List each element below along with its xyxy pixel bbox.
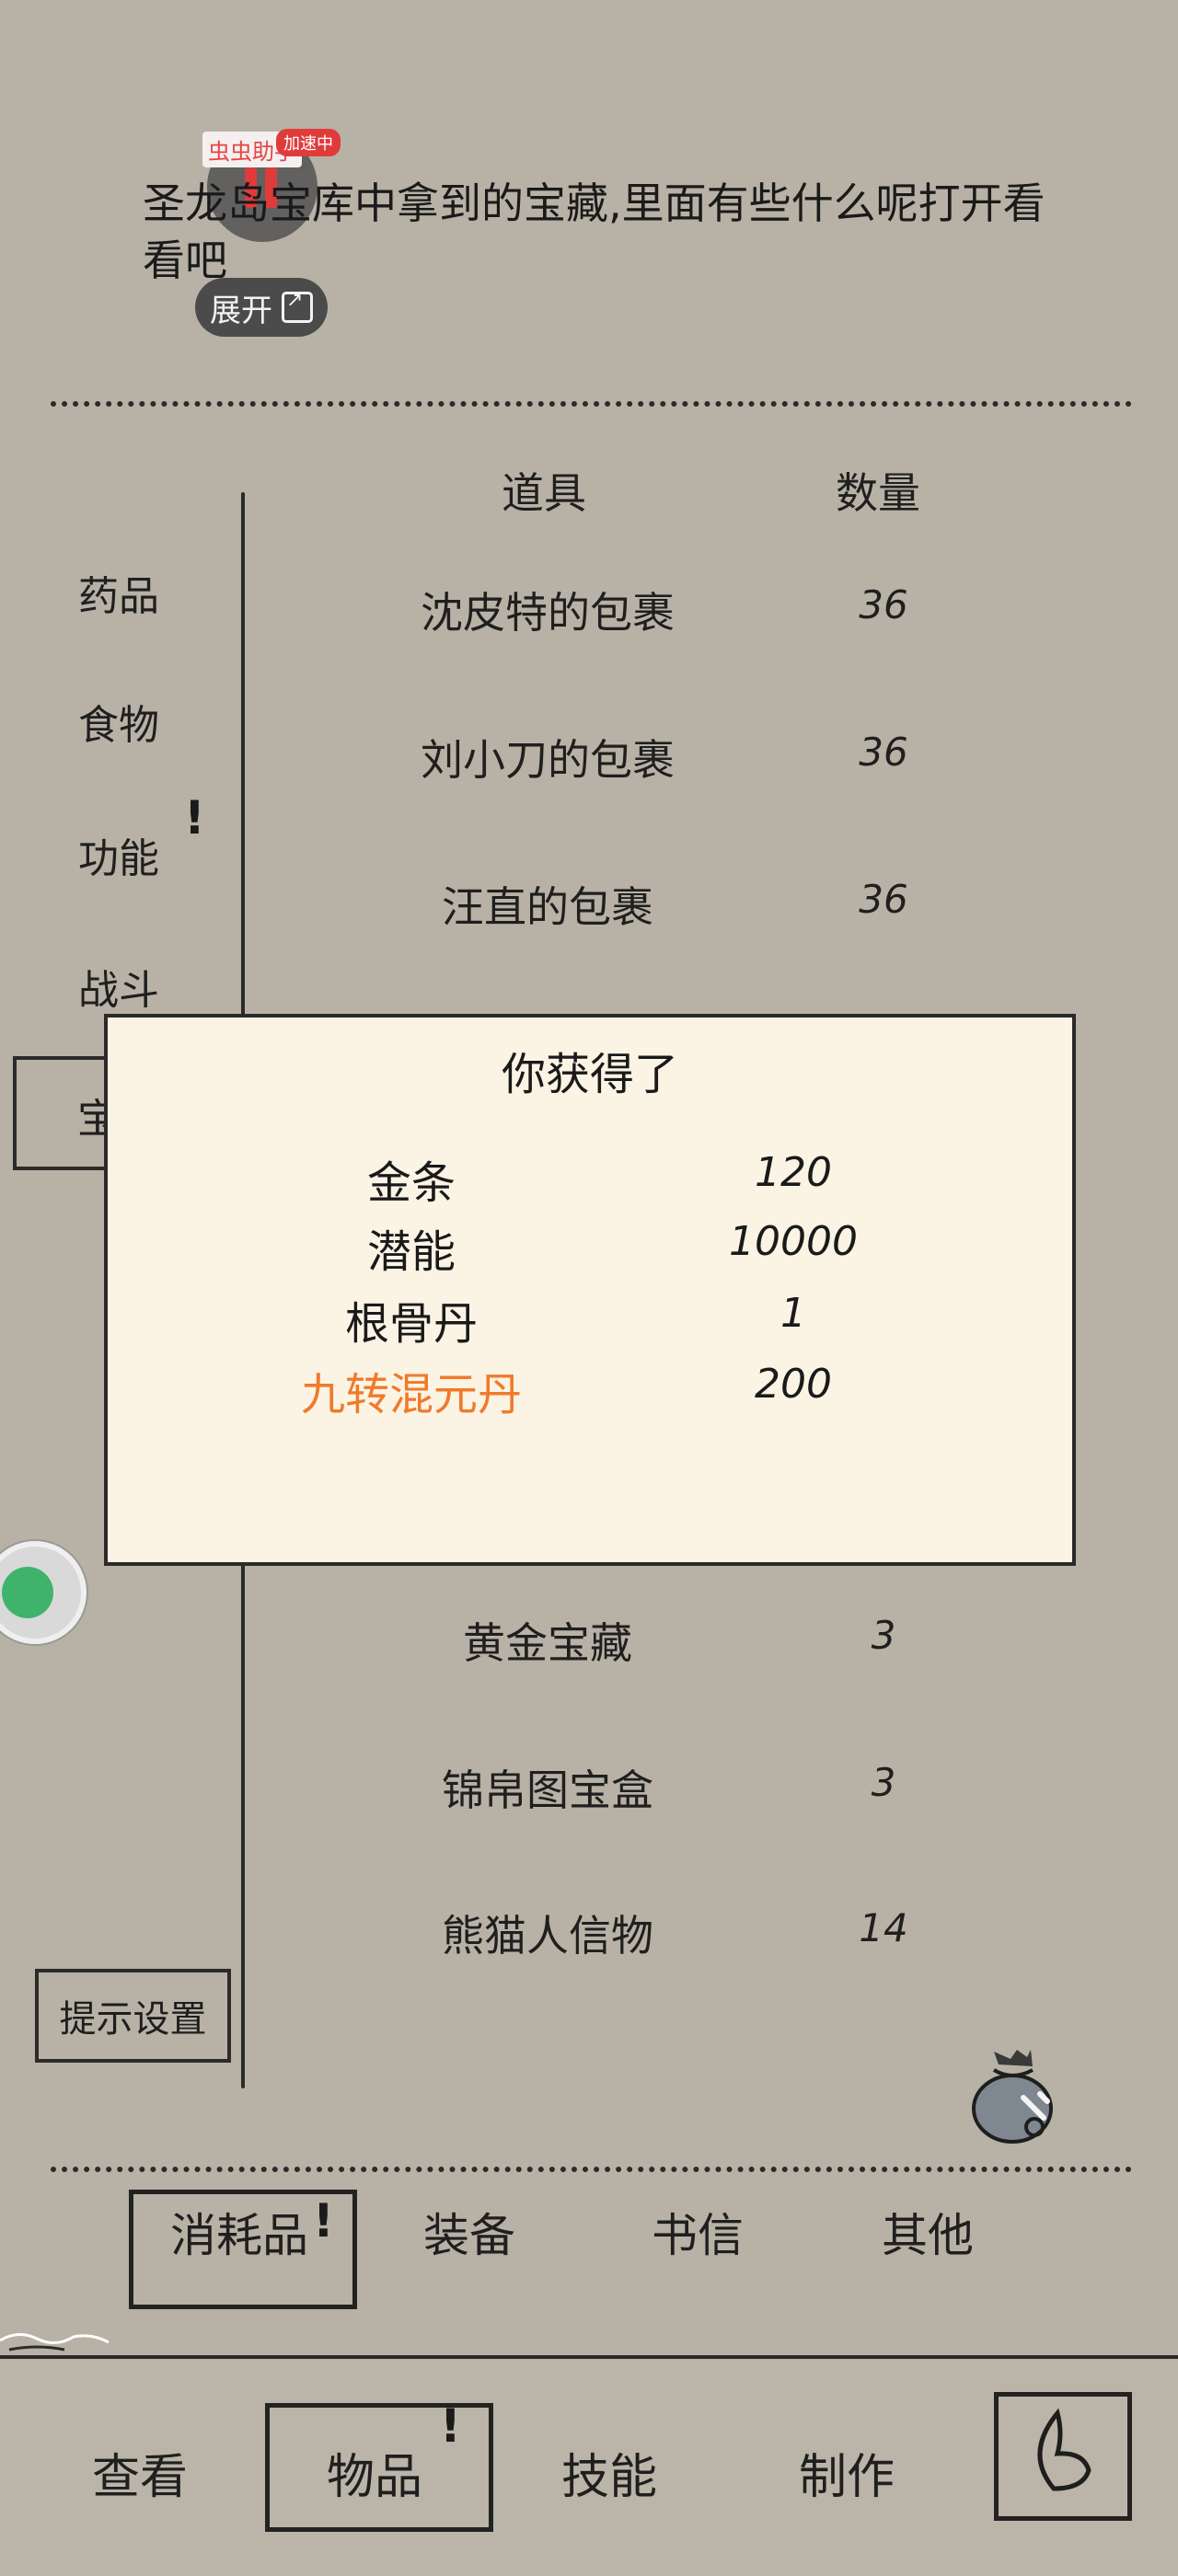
- function-alert-icon: !: [184, 791, 205, 845]
- wave-decoration: [0, 2333, 110, 2352]
- item-name: 汪直的包裹: [442, 882, 653, 932]
- item-name: 沈皮特的包裹: [421, 588, 675, 638]
- nav-skills[interactable]: 技能: [561, 2438, 657, 2507]
- nav-craft[interactable]: 制作: [799, 2438, 895, 2507]
- reward-dialog-title: 你获得了: [501, 1049, 678, 1100]
- side-float-assistant[interactable]: [0, 1541, 87, 1644]
- expand-icon: [282, 289, 313, 323]
- bottom-nav-border: [0, 2355, 1178, 2359]
- reward-qty: 10000: [729, 1218, 858, 1265]
- reward-qty: 200: [755, 1361, 832, 1408]
- item-qty: 14: [859, 1905, 908, 1950]
- reward-name: 根骨丹: [344, 1298, 478, 1350]
- reward-qty: 120: [755, 1149, 832, 1196]
- expand-label: 展开: [210, 292, 272, 329]
- category-medicine[interactable]: 药品: [78, 563, 159, 622]
- category-battle[interactable]: 战斗: [78, 957, 159, 1016]
- reward-name: 金条: [366, 1157, 456, 1209]
- column-qty-header: 数量: [836, 468, 920, 518]
- category-function[interactable]: 功能: [78, 825, 159, 884]
- item-qty: 3: [871, 1760, 896, 1805]
- item-qty: 36: [859, 877, 908, 922]
- story-text: 圣龙岛宝库中拿到的宝藏,里面有些什么呢打开看看吧: [143, 178, 1045, 285]
- consumables-alert-icon: !: [313, 2194, 334, 2248]
- reward-dialog[interactable]: 你获得了 金条 120 潜能 10000 根骨丹 1 九转混元丹 200: [104, 1014, 1076, 1566]
- expand-button[interactable]: 展开: [195, 278, 328, 337]
- item-name: 刘小刀的包裹: [421, 735, 675, 785]
- subtab-equipment[interactable]: 装备: [423, 2199, 515, 2265]
- item-qty: 36: [859, 582, 908, 627]
- inventory-bag-icon[interactable]: [966, 2044, 1058, 2145]
- reward-qty: 1: [780, 1290, 806, 1337]
- hint-settings-button[interactable]: 提示设置: [35, 1969, 231, 2063]
- bottom-divider: [51, 2167, 1132, 2172]
- assistant-face-icon: [2, 1567, 53, 1618]
- item-name: 黄金宝藏: [463, 1618, 632, 1668]
- item-name: 熊猫人信物: [442, 1911, 653, 1961]
- top-divider: [51, 401, 1132, 407]
- speed-badge: 加速中: [276, 129, 341, 156]
- subtab-other[interactable]: 其他: [882, 2199, 974, 2265]
- back-icon: [1037, 2408, 1091, 2491]
- subtab-letters[interactable]: 书信: [652, 2199, 744, 2265]
- nav-items[interactable]: 物品: [327, 2438, 422, 2507]
- column-item-header: 道具: [502, 468, 586, 518]
- subtab-consumables[interactable]: 消耗品: [170, 2199, 308, 2265]
- item-qty: 3: [871, 1613, 896, 1658]
- category-food[interactable]: 食物: [78, 692, 159, 751]
- item-name: 锦帛图宝盒: [442, 1765, 653, 1815]
- reward-name: 潜能: [366, 1226, 456, 1278]
- items-alert-icon: !: [440, 2399, 461, 2453]
- reward-name-highlighted: 九转混元丹: [300, 1369, 522, 1420]
- item-qty: 36: [859, 730, 908, 775]
- nav-view[interactable]: 查看: [92, 2438, 188, 2507]
- back-button[interactable]: [994, 2392, 1132, 2521]
